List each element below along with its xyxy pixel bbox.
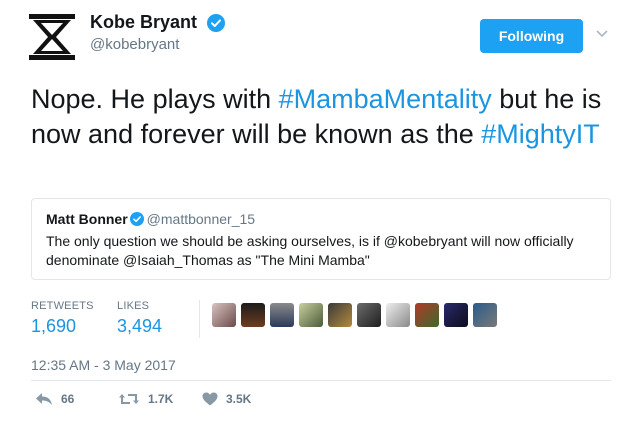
hashtag-link[interactable]: #MightyIT (481, 119, 600, 149)
like-count: 3.5K (226, 392, 252, 406)
retweets-stat[interactable]: RETWEETS 1,690 (31, 300, 94, 337)
tweet-timestamp[interactable]: 12:35 AM - 3 May 2017 (31, 357, 176, 373)
following-button[interactable]: Following (480, 19, 583, 53)
stats-divider (199, 300, 200, 338)
quoted-author-name: Matt Bonner (46, 211, 128, 227)
liker-avatar[interactable] (386, 303, 410, 327)
liker-avatar[interactable] (415, 303, 439, 327)
liker-avatar[interactable] (328, 303, 352, 327)
tweet-text-part: Nope. He plays with (31, 84, 279, 114)
reply-button[interactable]: 66 (35, 392, 74, 406)
author-handle[interactable]: @kobebryant (90, 36, 179, 53)
hashtag-link[interactable]: #MambaMentality (279, 84, 492, 114)
author-name[interactable]: Kobe Bryant (90, 12, 197, 33)
verified-badge-icon (129, 212, 144, 226)
liker-avatar[interactable] (473, 303, 497, 327)
retweets-label: RETWEETS (31, 300, 94, 312)
heart-icon (202, 392, 218, 406)
likes-stat[interactable]: LIKES 3,494 (117, 300, 162, 337)
liker-avatar[interactable] (357, 303, 381, 327)
like-button[interactable]: 3.5K (202, 392, 251, 406)
retweet-count: 1.7K (148, 392, 174, 406)
liker-avatar[interactable] (270, 303, 294, 327)
likes-label: LIKES (117, 300, 150, 312)
liker-avatar[interactable] (444, 303, 468, 327)
reply-icon (36, 393, 52, 405)
retweet-icon (119, 394, 139, 404)
likes-count: 3,494 (117, 316, 163, 336)
retweets-count: 1,690 (31, 316, 77, 336)
hourglass-logo-icon (29, 14, 75, 60)
quoted-tweet-text: The only question we should be asking ou… (46, 233, 574, 268)
action-bar-divider (31, 380, 611, 381)
tweet-text: Nope. He plays with #MambaMentality but … (31, 82, 621, 152)
verified-badge-icon (207, 14, 225, 32)
liker-avatar[interactable] (212, 303, 236, 327)
author-avatar[interactable] (29, 14, 75, 60)
quoted-tweet-header: Matt Bonner @mattbonner_15 (46, 211, 255, 227)
quoted-author-handle: @mattbonner_15 (146, 211, 256, 227)
reply-count: 66 (61, 392, 75, 406)
liker-avatar[interactable] (241, 303, 265, 327)
liker-avatar[interactable] (299, 303, 323, 327)
chevron-down-icon[interactable] (596, 30, 608, 38)
quoted-tweet[interactable]: Matt Bonner @mattbonner_15 The only quest… (31, 198, 611, 280)
retweet-button[interactable]: 1.7K (118, 392, 173, 406)
